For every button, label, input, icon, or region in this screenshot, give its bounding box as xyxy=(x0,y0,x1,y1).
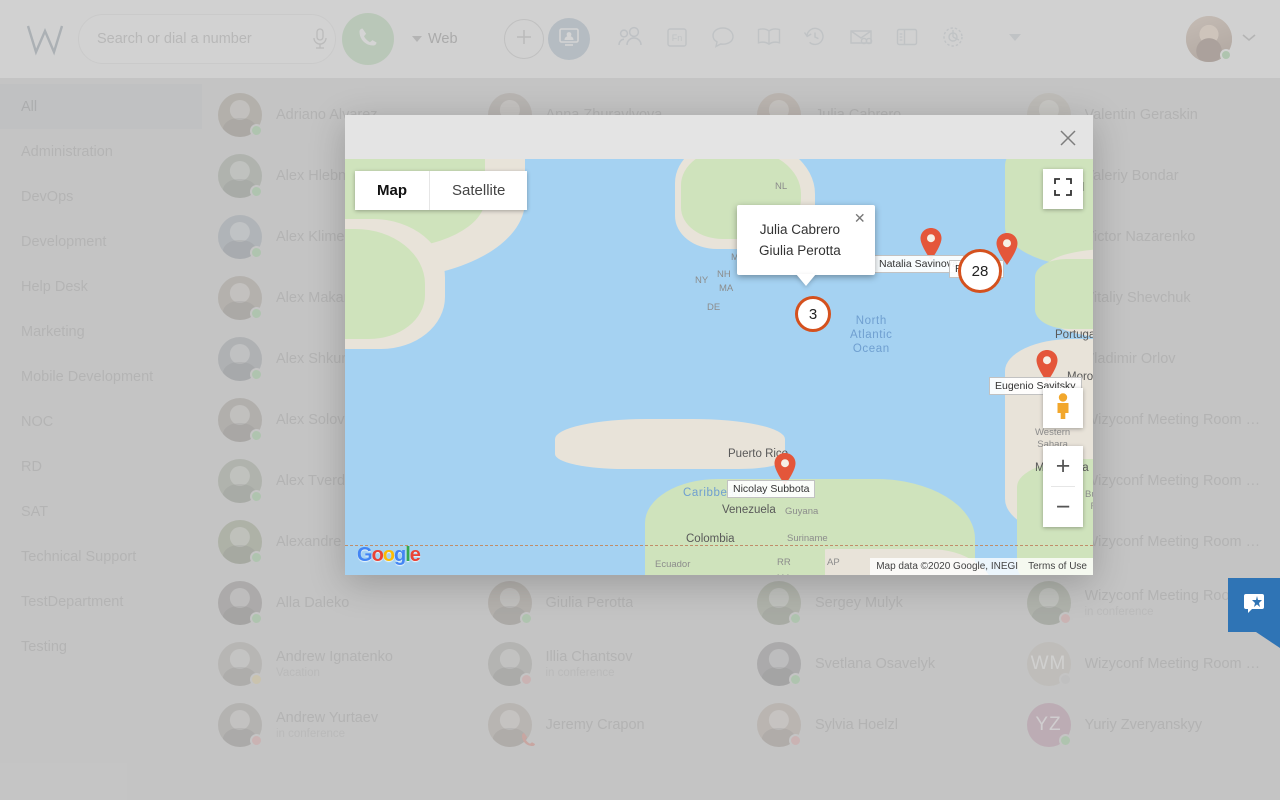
street-view-button[interactable] xyxy=(1043,388,1083,428)
map-place-label: DE xyxy=(707,302,720,313)
google-logo: Google xyxy=(357,544,420,567)
map-place-label: NL xyxy=(775,181,787,192)
map-place-label: Burkina Faso xyxy=(1085,489,1093,513)
info-window-person[interactable]: Giulia Perotta xyxy=(759,240,841,261)
zoom-in-button[interactable]: + xyxy=(1043,446,1083,486)
terms-of-use-link[interactable]: Terms of Use xyxy=(1028,561,1087,572)
map-info-window: ✕ Julia Cabrero Giulia Perotta xyxy=(737,205,875,275)
map-place-label: Venezuela xyxy=(722,504,776,516)
map-place-label: AP xyxy=(827,557,840,568)
map-tab-map[interactable]: Map xyxy=(355,171,430,210)
zoom-out-button[interactable]: − xyxy=(1043,487,1083,527)
map-place-label: AM xyxy=(775,573,789,575)
map-place-label: MA xyxy=(719,283,733,294)
map-ocean-label: North Atlantic Ocean xyxy=(850,314,893,356)
google-map[interactable]: NLIrelandKingdomGermanyPolandBelarusNBPE… xyxy=(345,159,1093,575)
map-type-tabs: MapSatellite xyxy=(355,171,527,210)
map-place-label: RR xyxy=(777,557,791,568)
map-attribution: Map data ©2020 Google, INEGI Terms of Us… xyxy=(870,558,1093,575)
map-canvas xyxy=(345,159,1093,575)
map-modal-header xyxy=(345,115,1093,159)
map-marker-label: Nicolay Subbota xyxy=(727,480,815,498)
fullscreen-button[interactable] xyxy=(1043,169,1083,209)
street-view-pegman-icon xyxy=(1052,392,1074,425)
close-icon[interactable] xyxy=(1051,121,1085,155)
map-tab-satellite[interactable]: Satellite xyxy=(430,171,527,210)
map-place-label: Colombia xyxy=(686,533,735,545)
map-cluster-marker[interactable]: 28 xyxy=(958,249,1002,293)
map-cluster-marker[interactable]: 3 xyxy=(795,296,831,332)
map-zoom-controls: + − xyxy=(1043,446,1083,527)
fullscreen-icon xyxy=(1054,178,1072,201)
feedback-star-icon xyxy=(1240,590,1268,621)
map-place-label: Suriname xyxy=(787,533,828,544)
attribution-text: Map data ©2020 Google, INEGI xyxy=(876,561,1018,572)
map-place-label: NH xyxy=(717,269,731,280)
map-place-label: Ecuador xyxy=(655,559,690,570)
feedback-tab[interactable] xyxy=(1228,578,1280,632)
info-window-person[interactable]: Julia Cabrero xyxy=(759,219,841,240)
close-icon[interactable]: ✕ xyxy=(851,209,869,227)
map-place-label: NY xyxy=(695,275,708,286)
map-place-label: Guyana xyxy=(785,506,818,517)
map-modal: NLIrelandKingdomGermanyPolandBelarusNBPE… xyxy=(345,115,1093,575)
app-root: Web xyxy=(0,0,1280,800)
map-place-label: Portugal xyxy=(1055,329,1093,341)
